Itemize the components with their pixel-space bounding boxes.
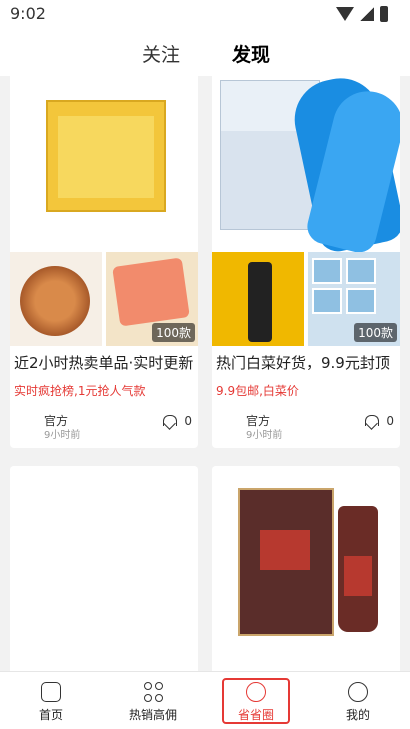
heart-icon bbox=[162, 415, 178, 427]
signal-icon bbox=[360, 7, 374, 21]
top-tabs: 关注 发现 bbox=[0, 28, 410, 76]
card-hero-image[interactable] bbox=[10, 466, 198, 671]
nav-item-mine[interactable]: 我的 bbox=[318, 676, 398, 723]
card-time: 9小时前 bbox=[246, 430, 283, 441]
status-icons bbox=[336, 6, 388, 22]
nav-item-hot-commission[interactable]: 热销高佣 bbox=[113, 676, 193, 723]
nav-label: 热销高佣 bbox=[128, 708, 177, 722]
feed-card[interactable] bbox=[212, 466, 400, 671]
item-count-badge: 100款 bbox=[152, 323, 195, 342]
like-count: 0 bbox=[184, 414, 192, 428]
smile-icon bbox=[348, 682, 368, 702]
thumbnail-image[interactable] bbox=[10, 252, 102, 346]
thumbnail-image[interactable]: 100款 bbox=[106, 252, 198, 346]
card-thumbnails: 100款 bbox=[212, 252, 400, 346]
like-button[interactable]: 0 bbox=[162, 414, 192, 428]
selection-highlight bbox=[222, 678, 290, 724]
heart-icon bbox=[364, 415, 380, 427]
tab-follow[interactable]: 关注 bbox=[142, 40, 180, 67]
tab-discover[interactable]: 发现 bbox=[232, 40, 270, 67]
cheese-biscuit-product-image bbox=[46, 100, 166, 212]
card-hero-image[interactable] bbox=[212, 76, 400, 257]
thumbnail-image[interactable] bbox=[212, 252, 304, 346]
item-count-badge: 100款 bbox=[354, 323, 397, 342]
card-promo: 9.9包邮,白菜价 bbox=[216, 384, 299, 398]
status-bar: 9:02 bbox=[0, 0, 410, 28]
nav-label: 我的 bbox=[345, 708, 370, 722]
nav-label: 首页 bbox=[38, 708, 63, 722]
card-hero-image[interactable] bbox=[10, 76, 198, 252]
home-icon bbox=[41, 682, 61, 702]
liquor-box-image bbox=[238, 488, 334, 636]
card-thumbnails: 100款 bbox=[10, 252, 198, 346]
battery-icon bbox=[380, 6, 388, 22]
thumbnail-image[interactable]: 100款 bbox=[308, 252, 400, 346]
feed-card[interactable]: 100款 热门白菜好货，9.9元封顶 9.9包邮,白菜价 官方 9小时前 0 bbox=[212, 76, 400, 448]
discover-feed[interactable]: 100款 近2小时热卖单品·实时更新 实时疯抢榜,1元抢人气款 官方 9小时前 … bbox=[0, 76, 410, 671]
status-time: 9:02 bbox=[10, 4, 46, 23]
feed-card[interactable] bbox=[10, 466, 198, 671]
liquor-bottle-image bbox=[338, 506, 378, 632]
grid-icon bbox=[143, 682, 163, 702]
bottom-nav: 首页 热销高佣 省省圈 我的 bbox=[0, 671, 410, 729]
wifi-icon bbox=[336, 7, 354, 21]
nav-item-home[interactable]: 首页 bbox=[11, 676, 91, 723]
card-title: 热门白菜好货，9.9元封顶 bbox=[216, 354, 390, 372]
card-title: 近2小时热卖单品·实时更新 bbox=[14, 354, 194, 372]
card-time: 9小时前 bbox=[44, 430, 81, 441]
card-hero-image[interactable] bbox=[212, 466, 400, 671]
like-count: 0 bbox=[386, 414, 394, 428]
feed-card[interactable]: 100款 近2小时热卖单品·实时更新 实时疯抢榜,1元抢人气款 官方 9小时前 … bbox=[10, 76, 198, 448]
like-button[interactable]: 0 bbox=[364, 414, 394, 428]
card-promo: 实时疯抢榜,1元抢人气款 bbox=[14, 384, 146, 398]
